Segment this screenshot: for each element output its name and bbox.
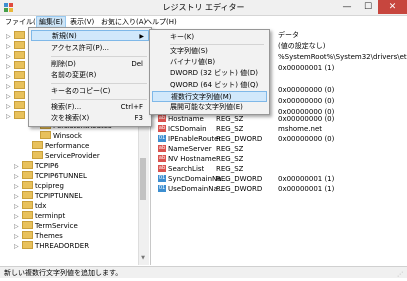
string-value-icon: ab	[158, 154, 166, 162]
list-data-cell: 0x00000001 (1)	[278, 64, 335, 72]
folder-icon	[22, 181, 33, 189]
table-row[interactable]: ab NV Hostname REG_SZ	[152, 154, 407, 164]
edit-menu: 新規(N) ▶ アクセス許可(P)... 削除(D) Del 名前の変更(R) …	[28, 27, 152, 127]
folder-icon	[22, 241, 33, 249]
menu-separator	[51, 83, 147, 84]
menu-separator	[170, 44, 264, 45]
string-value-icon: ab	[158, 164, 166, 172]
table-row[interactable]: ab NameServer REG_SZ	[152, 144, 407, 154]
folder-icon	[22, 231, 33, 239]
submenu-item-string[interactable]: 文字列値(S)	[170, 46, 266, 57]
minimize-button[interactable]: —	[336, 0, 358, 14]
resize-grip-icon[interactable]: ⋰	[397, 269, 405, 278]
submenu-item-key[interactable]: キー(K)	[170, 32, 266, 43]
submenu-arrow-icon: ▶	[139, 33, 144, 40]
submenu-item-expandable-string[interactable]: 展開可能な文字列値(E)	[170, 102, 266, 113]
menu-item-permissions[interactable]: アクセス許可(P)...	[51, 43, 149, 54]
list-data-cell: 0x00000000 (0)	[278, 97, 335, 105]
menu-item-find[interactable]: 検索(F)... Ctrl+F	[51, 102, 149, 113]
dword-value-icon: 01	[158, 134, 166, 142]
menu-item-new[interactable]: 新規(N) ▶	[31, 30, 149, 41]
folder-icon	[14, 91, 25, 99]
dword-value-icon: 01	[158, 174, 166, 182]
tree-item[interactable]: ▷ terminpt	[14, 211, 65, 221]
tree-item[interactable]: ▷ TCPIP6TUNNEL	[14, 171, 87, 181]
table-row[interactable]: ab ICSDomain REG_SZ mshome.net	[152, 124, 407, 134]
folder-icon	[22, 171, 33, 179]
menu-view[interactable]: 表示(V)	[68, 17, 96, 27]
table-row[interactable]: ab SearchList REG_SZ	[152, 164, 407, 174]
tree-item[interactable]: ▷ Themes	[14, 231, 63, 241]
string-value-icon: ab	[158, 144, 166, 152]
title-bar: レジストリ エディター — ☐ ✕	[0, 0, 407, 16]
folder-icon	[22, 191, 33, 199]
folder-icon	[14, 61, 25, 69]
folder-icon	[14, 71, 25, 79]
menu-separator	[51, 56, 147, 57]
folder-icon	[14, 41, 25, 49]
tree-item[interactable]: Performance	[32, 141, 89, 151]
folder-icon	[22, 221, 33, 229]
table-row[interactable]: 01 UseDomainNa... REG_DWORD 0x00000001 (1…	[152, 184, 407, 194]
folder-icon	[32, 151, 43, 159]
tree-arrow[interactable]: ▷	[6, 31, 27, 41]
folder-icon	[14, 111, 25, 119]
folder-icon	[14, 81, 25, 89]
status-text: 新しい複数行文字列値を追加します。	[4, 269, 123, 277]
menu-favorites[interactable]: お気に入り(A)	[99, 17, 148, 27]
column-header-data[interactable]: データ	[278, 30, 299, 40]
close-button[interactable]: ✕	[378, 0, 407, 14]
string-value-icon: ab	[158, 114, 166, 122]
dword-value-icon: 01	[158, 184, 166, 192]
list-data-cell: %SystemRoot%\System32\drivers\etc	[278, 53, 407, 61]
maximize-button[interactable]: ☐	[358, 0, 378, 14]
new-submenu: キー(K) 文字列値(S) バイナリ値(B) DWORD (32 ビット) 値(…	[149, 29, 270, 115]
menu-separator	[51, 99, 147, 100]
table-row[interactable]: ab Hostname REG_SZ	[152, 114, 407, 124]
submenu-item-multi-string[interactable]: 複数行文字列値(M)	[152, 91, 267, 102]
menu-item-rename[interactable]: 名前の変更(R)	[51, 70, 149, 81]
folder-icon	[14, 101, 25, 109]
table-row[interactable]: 01 IPEnableRouter REG_DWORD 0x00000000 (0…	[152, 134, 407, 144]
scroll-down-arrow-icon[interactable]: ▼	[138, 255, 148, 264]
menu-help[interactable]: ヘルプ(H)	[143, 17, 179, 27]
folder-icon	[22, 161, 33, 169]
tree-item[interactable]: ▷ TCPIPTUNNEL	[14, 191, 82, 201]
submenu-item-dword[interactable]: DWORD (32 ビット) 値(D)	[170, 68, 266, 79]
tree-item[interactable]: ▷ tcpipreg	[14, 181, 64, 191]
scrollbar-thumb[interactable]	[140, 158, 146, 200]
folder-icon	[22, 211, 33, 219]
submenu-item-binary[interactable]: バイナリ値(B)	[170, 57, 266, 68]
folder-icon	[40, 131, 51, 139]
folder-icon	[14, 31, 25, 39]
folder-icon	[22, 201, 33, 209]
tree-item[interactable]: ▷ TCPIP6	[14, 161, 59, 171]
tree-item[interactable]: ▷ tdx	[14, 201, 46, 211]
folder-icon	[14, 51, 25, 59]
string-value-icon: ab	[158, 124, 166, 132]
tree-item[interactable]: ServiceProvider	[32, 151, 100, 161]
folder-icon	[32, 141, 43, 149]
tree-item[interactable]: Winsock	[40, 131, 82, 141]
list-data-cell: (値の設定なし)	[278, 42, 326, 50]
menu-item-copy-key-name[interactable]: キー名のコピー(C)	[51, 86, 149, 97]
status-bar: 新しい複数行文字列値を追加します。 ⋰	[0, 266, 407, 278]
table-row[interactable]: 01 SyncDomainNa... REG_DWORD 0x00000001 (…	[152, 174, 407, 184]
menu-item-delete[interactable]: 削除(D) Del	[51, 59, 149, 70]
menu-item-find-next[interactable]: 次を検索(X) F3	[51, 113, 149, 124]
submenu-item-qword[interactable]: QWORD (64 ビット) 値(Q)	[170, 80, 266, 91]
tree-item[interactable]: ▷ TermService	[14, 221, 78, 231]
tree-item[interactable]: ▷ THREADORDER	[14, 241, 89, 251]
list-data-cell: 0x00000000 (0)	[278, 86, 335, 94]
